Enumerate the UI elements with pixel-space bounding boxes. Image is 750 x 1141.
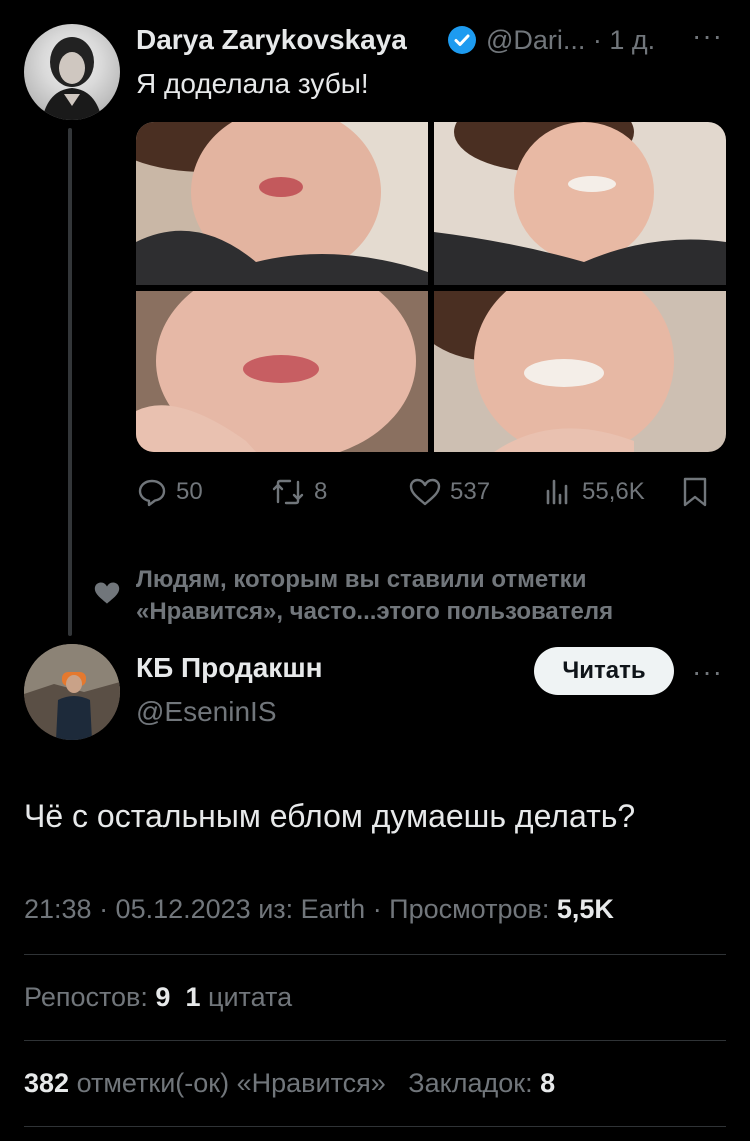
- tweet-text: Я доделала зубы!: [136, 68, 369, 99]
- repost-stats: Репостов: 9 1 цитата: [24, 982, 292, 1013]
- like-button[interactable]: 537: [408, 472, 490, 512]
- thread-line: [68, 128, 72, 636]
- photo-1[interactable]: [136, 122, 428, 285]
- divider: [24, 1126, 726, 1127]
- quotes-count[interactable]: 1: [185, 982, 200, 1012]
- photo-4[interactable]: [434, 291, 726, 452]
- repost-button[interactable]: 8: [270, 472, 327, 512]
- author-name[interactable]: Darya Zarykovskaya: [136, 24, 407, 56]
- reposts-count[interactable]: 9: [155, 982, 170, 1012]
- reply-handle[interactable]: @EseninIS: [136, 696, 277, 728]
- views-count: 55,6K: [582, 478, 645, 505]
- like-count: 537: [450, 478, 491, 505]
- tweet-actions: 50 8 537 55,6K: [136, 472, 726, 512]
- follow-button[interactable]: Читать: [534, 647, 674, 695]
- reposts-label[interactable]: Репостов:: [24, 982, 155, 1012]
- more-options-icon[interactable]: ···: [692, 20, 723, 52]
- bookmarks-count: 8: [540, 1068, 556, 1098]
- liked-heart-icon: [92, 580, 122, 611]
- divider: [24, 954, 726, 955]
- view-count: 5,5K: [556, 894, 614, 924]
- handle-and-time[interactable]: @Dari... · 1 д.: [486, 25, 655, 56]
- reply-avatar-image: [24, 644, 120, 740]
- reply-more-options-icon[interactable]: ···: [692, 656, 723, 688]
- reply-count: 50: [176, 478, 203, 505]
- likes-label[interactable]: отметки(-ок) «Нравится»: [69, 1068, 386, 1098]
- reply-text: Чё с остальным еблом думаешь делать?: [24, 798, 636, 834]
- bookmark-button[interactable]: [680, 472, 718, 512]
- avatar[interactable]: [24, 24, 120, 120]
- like-stats: 382 отметки(-ок) «Нравится» Закладок: 8: [24, 1068, 555, 1099]
- verified-badge-icon: [448, 26, 476, 54]
- liked-notice[interactable]: Людям, которым вы ставили отметки «Нрави…: [136, 564, 726, 628]
- heart-icon: [409, 478, 441, 506]
- reply-icon: [138, 479, 166, 507]
- avatar-image: [42, 37, 102, 120]
- likes-count[interactable]: 382: [24, 1068, 69, 1098]
- reply-button[interactable]: 50: [136, 472, 203, 512]
- reply-author-name[interactable]: КБ Продакшн: [136, 652, 323, 684]
- views-button[interactable]: 55,6K: [542, 472, 645, 512]
- tweet-media-grid[interactable]: [136, 122, 726, 452]
- bookmarks-label: Закладок:: [408, 1068, 541, 1098]
- reply-timestamp-line: 21:38 · 05.12.2023 из: Earth · Просмотро…: [24, 894, 614, 925]
- quotes-label[interactable]: цитата: [200, 982, 292, 1012]
- timestamp[interactable]: 21:38 · 05.12.2023 из: Earth · Просмотро…: [24, 894, 557, 924]
- bookmark-icon: [683, 477, 707, 507]
- repost-icon: [272, 479, 304, 505]
- photo-3[interactable]: [136, 291, 428, 452]
- reply-avatar[interactable]: [24, 644, 120, 740]
- repost-count: 8: [314, 478, 328, 505]
- photo-2[interactable]: [434, 122, 726, 285]
- views-icon: [546, 479, 568, 505]
- divider: [24, 1040, 726, 1041]
